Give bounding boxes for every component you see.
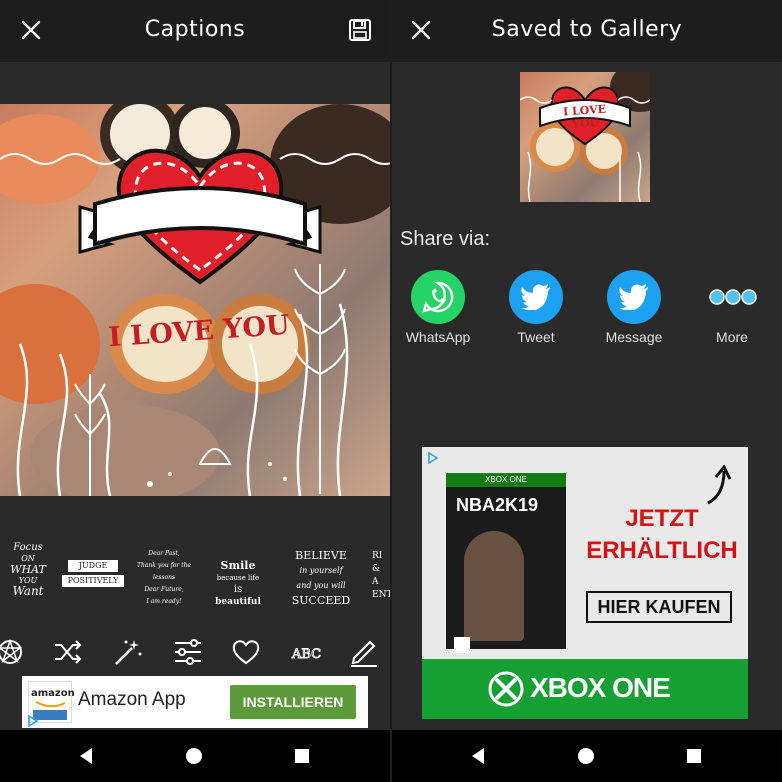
cover-badge: XBOX ONE [485, 475, 527, 484]
ad-headline: JETZT ERHÄLTLICH [582, 503, 742, 567]
shuffle-icon[interactable] [52, 636, 84, 668]
xbox-ribbon: XBOX ONE [422, 659, 748, 719]
edit-icon[interactable] [348, 636, 380, 668]
love-sticker-small [520, 86, 650, 202]
sticker-smile[interactable]: Smile because life is beautiful [204, 542, 272, 618]
top-bar: Saved to Gallery [392, 0, 782, 62]
page-title: Captions [144, 17, 246, 42]
sticker-line: Dear Future, [144, 586, 184, 593]
sticker-line: Smile [220, 559, 256, 572]
sticker-line: SUCCEED [291, 594, 351, 607]
player-figure [464, 531, 524, 641]
heart-icon[interactable] [230, 636, 262, 668]
sticker-line: beautiful [215, 597, 261, 607]
sticker-line: A [372, 577, 379, 587]
back-icon[interactable] [468, 746, 488, 766]
android-nav-bar [392, 730, 782, 782]
edit-toolbar: ABC [0, 632, 390, 672]
sticker-line: Thank you for the lessons [136, 562, 192, 581]
sticker-focus[interactable]: Focus ON WHAT YOU Want [2, 542, 54, 618]
home-icon[interactable] [184, 746, 204, 766]
sticker-line: and you will [296, 581, 346, 590]
share-title: Share via: [400, 228, 491, 250]
xbox-logo-icon [488, 671, 524, 707]
share-more[interactable]: More [692, 270, 772, 345]
recents-icon[interactable] [684, 746, 704, 766]
sticker-line: in yourself [299, 566, 343, 575]
adchoices-icon[interactable] [26, 714, 40, 728]
sticker-line: is [233, 584, 243, 595]
xbox-brand: XBOX ONE [530, 672, 671, 703]
sticker-line: I am ready! [146, 598, 182, 605]
amazon-logo-text: amazon [31, 688, 75, 699]
ad-app-name: Amazon App [78, 689, 186, 710]
sticker-line: BELIEVE [295, 549, 347, 562]
sticker-line: POSITIVELY [62, 575, 124, 587]
sticker-line: WHAT [10, 563, 46, 576]
saved-screen: Saved to Gallery I LOVE YOU Share via: W… [392, 0, 782, 782]
love-sticker[interactable] [70, 132, 330, 292]
twitter-icon [509, 270, 563, 324]
age-rating [454, 637, 470, 653]
sticker-line: JUDGE [68, 560, 118, 572]
sticker-line: Focus [13, 542, 43, 553]
whatsapp-icon [411, 270, 465, 324]
back-icon[interactable] [76, 746, 96, 766]
xbox-ad[interactable]: XBOX ONE NBA2K19 JETZT ERHÄLTLICH HIER K… [422, 447, 748, 719]
smile-arrow-icon [35, 701, 66, 708]
sticker-line: ENT [372, 590, 390, 600]
svg-text:ABC: ABC [291, 647, 321, 662]
share-label: More [716, 329, 748, 345]
ad-headline-line: JETZT [625, 505, 699, 532]
ad-headline-line: ERHÄLTLICH [586, 537, 738, 564]
save-icon[interactable] [348, 18, 372, 42]
share-tweet[interactable]: Tweet [496, 270, 576, 345]
recents-icon[interactable] [292, 746, 312, 766]
captions-screen: Captions I LOVE YOU Focus ON WHAT YOU Wa… [0, 0, 390, 782]
sticker-believe[interactable]: BELIEVE in yourself and you will SUCCEED [286, 542, 356, 618]
install-button[interactable]: INSTALLIEREN [230, 685, 356, 719]
sticker-line: Dear Past, [148, 550, 180, 557]
share-label: Message [605, 329, 663, 345]
sticker-picker: Focus ON WHAT YOU Want JUDGE POSITIVELY … [0, 542, 390, 622]
arrow-icon [707, 465, 732, 505]
amazon-ad-banner[interactable]: amazon Amazon App INSTALLIEREN [22, 676, 368, 728]
adchoices-icon[interactable] [426, 451, 440, 465]
sticker-line: & [372, 564, 381, 574]
sticker-partial[interactable]: RI & A ENT [372, 542, 390, 618]
sticker-line: because life [216, 574, 260, 582]
share-label: WhatsApp [405, 329, 471, 345]
share-message[interactable]: Message [594, 270, 674, 345]
home-icon[interactable] [576, 746, 596, 766]
saved-thumbnail[interactable]: I LOVE YOU [520, 72, 650, 202]
buy-button[interactable]: HIER KAUFEN [586, 591, 732, 623]
text-style-icon[interactable]: ABC [290, 636, 322, 668]
cover-title: NBA2K19 [456, 495, 539, 515]
magic-icon[interactable] [0, 636, 26, 668]
more-icon [705, 270, 759, 324]
android-nav-bar [0, 730, 390, 782]
thumb-sticker-text: I LOVE YOU [562, 102, 607, 131]
top-bar: Captions [0, 0, 390, 62]
sticker-judge[interactable]: JUDGE POSITIVELY [62, 542, 124, 618]
sticker-dear-past[interactable]: Dear Past, Thank you for the lessons Dea… [130, 542, 198, 618]
sliders-icon[interactable] [172, 636, 204, 668]
share-whatsapp[interactable]: WhatsApp [398, 270, 478, 345]
sticker-line: Want [12, 584, 44, 598]
twitter-icon [607, 270, 661, 324]
edited-photo[interactable]: I LOVE YOU [0, 104, 390, 496]
share-label: Tweet [517, 329, 555, 345]
sticker-line: RI [372, 551, 383, 561]
game-cover: XBOX ONE NBA2K19 [446, 473, 566, 653]
page-title: Saved to Gallery [491, 17, 683, 42]
wand-icon[interactable] [112, 636, 144, 668]
